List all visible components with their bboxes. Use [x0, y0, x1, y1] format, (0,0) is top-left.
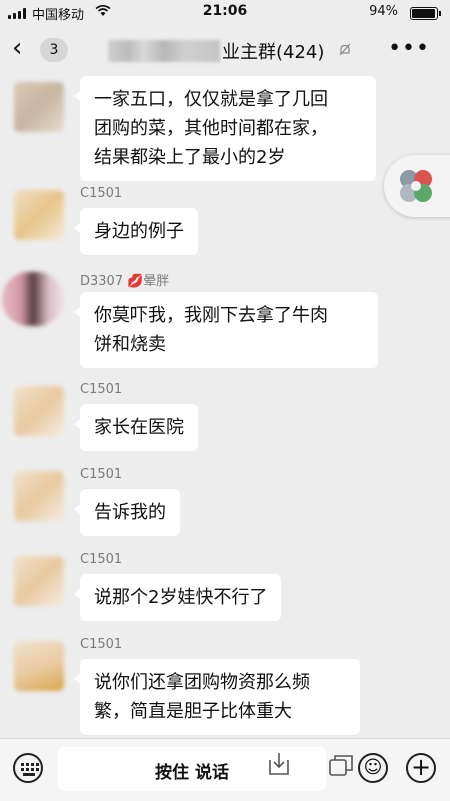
plus-circle-icon[interactable]: + — [406, 753, 436, 783]
avatar[interactable] — [14, 190, 64, 240]
bell-off-icon — [338, 42, 352, 56]
message-bubble[interactable]: 说你们还拿团购物资那么频 繁，简直是胆子比体重大 — [74, 659, 360, 735]
unread-count-badge[interactable]: 3 — [40, 38, 68, 62]
download-icon[interactable] — [266, 751, 292, 777]
blurred-title-region — [108, 40, 220, 62]
sender-name: C1501 — [80, 186, 123, 201]
message-bubble[interactable]: 家长在医院 — [74, 404, 198, 451]
message-bubble[interactable]: 身边的例子 — [74, 208, 198, 255]
avatar[interactable] — [14, 82, 64, 132]
avatar[interactable] — [14, 641, 64, 691]
more-horizontal-icon[interactable]: ••• — [388, 36, 430, 61]
lips-icon: 💋 — [127, 274, 144, 289]
sender-name: D3307 💋晕胖 — [80, 274, 170, 289]
chat-input-bar: 按住 说话 ☺ + — [0, 738, 450, 801]
battery-icon — [410, 7, 441, 20]
sender-name: C1501 — [80, 467, 123, 482]
chat-title[interactable]: 业主群(424) — [222, 38, 324, 64]
sender-name: C1501 — [80, 637, 123, 652]
message-bubble[interactable]: 你莫吓我，我刚下去拿了牛肉 饼和烧卖 — [74, 292, 378, 368]
avatar[interactable] — [14, 471, 64, 521]
chevron-left-icon[interactable]: ‹ — [12, 35, 22, 61]
message-bubble[interactable]: 告诉我的 — [74, 489, 180, 536]
flower-icon — [400, 170, 432, 202]
avatar[interactable] — [2, 272, 64, 326]
emoji-icon[interactable]: ☺ — [358, 753, 388, 783]
avatar[interactable] — [14, 386, 64, 436]
copy-icon[interactable] — [328, 753, 354, 777]
message-bubble[interactable]: 一家五口，仅仅就是拿了几回 团购的菜，其他时间都在家， 结果都染上了最小的2岁 — [74, 76, 376, 181]
sender-name: C1501 — [80, 552, 123, 567]
floating-widget[interactable] — [384, 155, 450, 217]
battery-percent: 94% — [369, 4, 398, 19]
chat-header: ‹ 3 业主群(424) ••• — [0, 26, 450, 74]
status-bar: 中国移动 21:06 94% — [0, 0, 450, 26]
message-bubble[interactable]: 说那个2岁娃快不行了 — [73, 574, 282, 621]
keyboard-icon[interactable] — [13, 753, 43, 783]
sender-name: C1501 — [80, 382, 123, 397]
avatar[interactable] — [14, 556, 64, 606]
